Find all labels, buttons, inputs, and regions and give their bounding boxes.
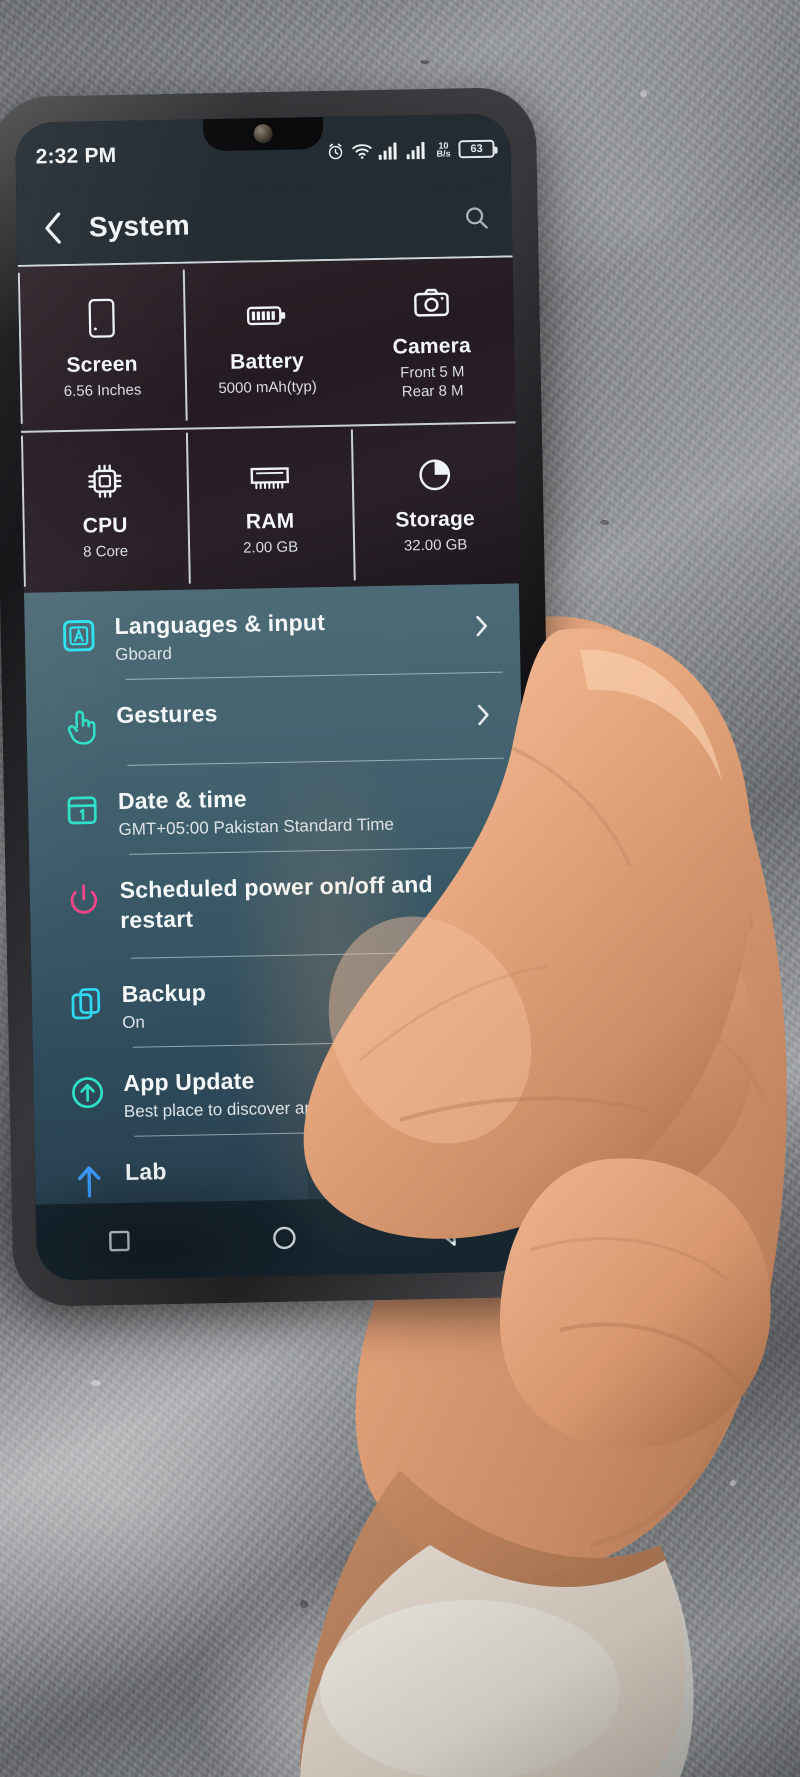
list-item-title: Lab bbox=[124, 1158, 167, 1185]
spec-title: RAM bbox=[245, 509, 295, 534]
list-item-title: App Update bbox=[123, 1067, 255, 1096]
alarm-icon bbox=[328, 143, 343, 160]
list-item-text: Date & time GMT+05:00 Pakistan Standard … bbox=[118, 775, 466, 841]
wifi-icon bbox=[352, 144, 372, 159]
signal-2-icon bbox=[406, 142, 425, 160]
ground-speck bbox=[420, 60, 430, 64]
spec-title: Battery bbox=[229, 349, 305, 374]
back-triangle-icon[interactable] bbox=[413, 1211, 484, 1258]
chevron-placeholder bbox=[466, 864, 506, 879]
home-circle-icon[interactable] bbox=[248, 1214, 319, 1261]
phone-device: 2:32 PM 10 B/s 63 System Screen 6.56 Inc… bbox=[0, 86, 559, 1308]
power-icon bbox=[47, 871, 120, 918]
backup-copy-icon bbox=[49, 975, 122, 1022]
search-icon[interactable] bbox=[463, 204, 491, 237]
chevron-placeholder bbox=[468, 968, 508, 983]
chevron-right-icon[interactable] bbox=[470, 1057, 511, 1096]
phone-screen: 2:32 PM 10 B/s 63 System Screen 6.56 Inc… bbox=[14, 113, 533, 1281]
list-item-languages-input[interactable]: Languages & input Gboard bbox=[24, 583, 521, 681]
navigation-bar bbox=[35, 1195, 533, 1281]
ground-speck bbox=[300, 1600, 308, 1608]
data-rate-indicator: 10 B/s bbox=[436, 141, 451, 159]
data-rate-unit: B/s bbox=[436, 148, 451, 159]
list-item-subtitle: GMT+05:00 Pakistan Standard Time bbox=[118, 814, 395, 840]
spec-title: Camera bbox=[392, 333, 472, 359]
spec-value: Front 5 M bbox=[400, 362, 465, 382]
page-title: System bbox=[88, 209, 191, 243]
list-item-scheduled-power[interactable]: Scheduled power on/off and restart bbox=[29, 847, 526, 960]
camera-icon bbox=[413, 285, 450, 325]
lab-arrow-icon bbox=[53, 1153, 126, 1200]
spec-title: Screen bbox=[66, 352, 138, 377]
list-item-date-time[interactable]: Date & time GMT+05:00 Pakistan Standard … bbox=[27, 758, 524, 856]
chevron-right-icon[interactable] bbox=[463, 689, 504, 728]
spec-title: CPU bbox=[82, 513, 128, 538]
status-icon-group: 10 B/s 63 bbox=[325, 139, 495, 162]
calendar-icon bbox=[46, 782, 119, 827]
list-item-title: Languages & input bbox=[114, 609, 326, 640]
list-item-backup[interactable]: Backup On bbox=[31, 951, 528, 1049]
ground-speck bbox=[640, 90, 647, 97]
device-spec-grid: Screen 6.56 Inches Battery 5000 mAh(typ)… bbox=[17, 255, 519, 593]
status-clock: 2:32 PM bbox=[35, 143, 117, 169]
spec-value: 6.56 Inches bbox=[63, 381, 142, 400]
ground-speck bbox=[730, 1480, 736, 1486]
battery-percent: 63 bbox=[470, 142, 483, 156]
list-item-subtitle: Best place to discover apps bbox=[123, 1097, 332, 1121]
list-item-title: Scheduled power on/off and restart bbox=[119, 870, 434, 933]
spec-value: 2.00 GB bbox=[242, 538, 299, 557]
spec-cell-camera[interactable]: Camera Front 5 M Rear 8 M bbox=[348, 257, 516, 423]
settings-list: Languages & input Gboard Gestures Date &… bbox=[23, 583, 533, 1281]
spec-cell-cpu[interactable]: CPU 8 Core bbox=[20, 427, 189, 593]
list-item-text: App Update Best place to discover apps bbox=[123, 1057, 471, 1123]
list-item-title: Backup bbox=[121, 979, 207, 1007]
back-chevron-icon[interactable] bbox=[33, 211, 74, 246]
list-item-app-update[interactable]: App Update Best place to discover apps bbox=[33, 1040, 530, 1138]
spec-title: Storage bbox=[395, 507, 476, 532]
chevron-placeholder bbox=[465, 775, 505, 790]
list-item-subtitle: Gboard bbox=[114, 643, 173, 665]
list-item-title: Gestures bbox=[116, 700, 218, 729]
list-item-subtitle: On bbox=[122, 1012, 146, 1032]
ground-speck bbox=[600, 520, 609, 525]
spec-value-2: Rear 8 M bbox=[401, 381, 464, 400]
ground-speck bbox=[90, 1380, 101, 1386]
list-item-text: Gestures bbox=[116, 689, 464, 730]
list-item-gestures[interactable]: Gestures bbox=[26, 672, 523, 767]
gesture-hand-icon bbox=[44, 696, 117, 745]
signal-1-icon bbox=[378, 142, 397, 160]
language-a-icon bbox=[42, 607, 115, 654]
spec-value: 8 Core bbox=[83, 542, 129, 561]
spec-cell-battery[interactable]: Battery 5000 mAh(typ) bbox=[182, 261, 351, 427]
spec-cell-storage[interactable]: Storage 32.00 GB bbox=[350, 420, 519, 586]
list-item-text: Lab bbox=[125, 1146, 473, 1187]
ram-icon bbox=[248, 461, 291, 501]
battery-icon bbox=[245, 295, 288, 341]
screen-icon bbox=[84, 298, 119, 344]
list-item-title: Date & time bbox=[117, 785, 247, 815]
cpu-icon bbox=[86, 463, 123, 505]
spec-cell-screen[interactable]: Screen 6.56 Inches bbox=[17, 264, 186, 430]
spec-value: 32.00 GB bbox=[403, 536, 468, 555]
spec-value: 5000 mAh(typ) bbox=[218, 378, 317, 398]
chevron-right-icon[interactable] bbox=[461, 600, 502, 639]
chevron-right-icon[interactable] bbox=[472, 1146, 513, 1185]
recents-square-icon[interactable] bbox=[83, 1217, 154, 1264]
app-bar: System bbox=[16, 183, 513, 265]
spec-cell-ram[interactable]: RAM 2.00 GB bbox=[185, 423, 354, 589]
list-item-text: Backup On bbox=[121, 968, 469, 1034]
app-update-icon bbox=[51, 1064, 124, 1111]
list-item-text: Scheduled power on/off and restart bbox=[119, 864, 467, 935]
list-item-text: Languages & input Gboard bbox=[114, 600, 462, 666]
storage-icon bbox=[416, 457, 453, 499]
battery-icon: 63 bbox=[458, 139, 495, 159]
